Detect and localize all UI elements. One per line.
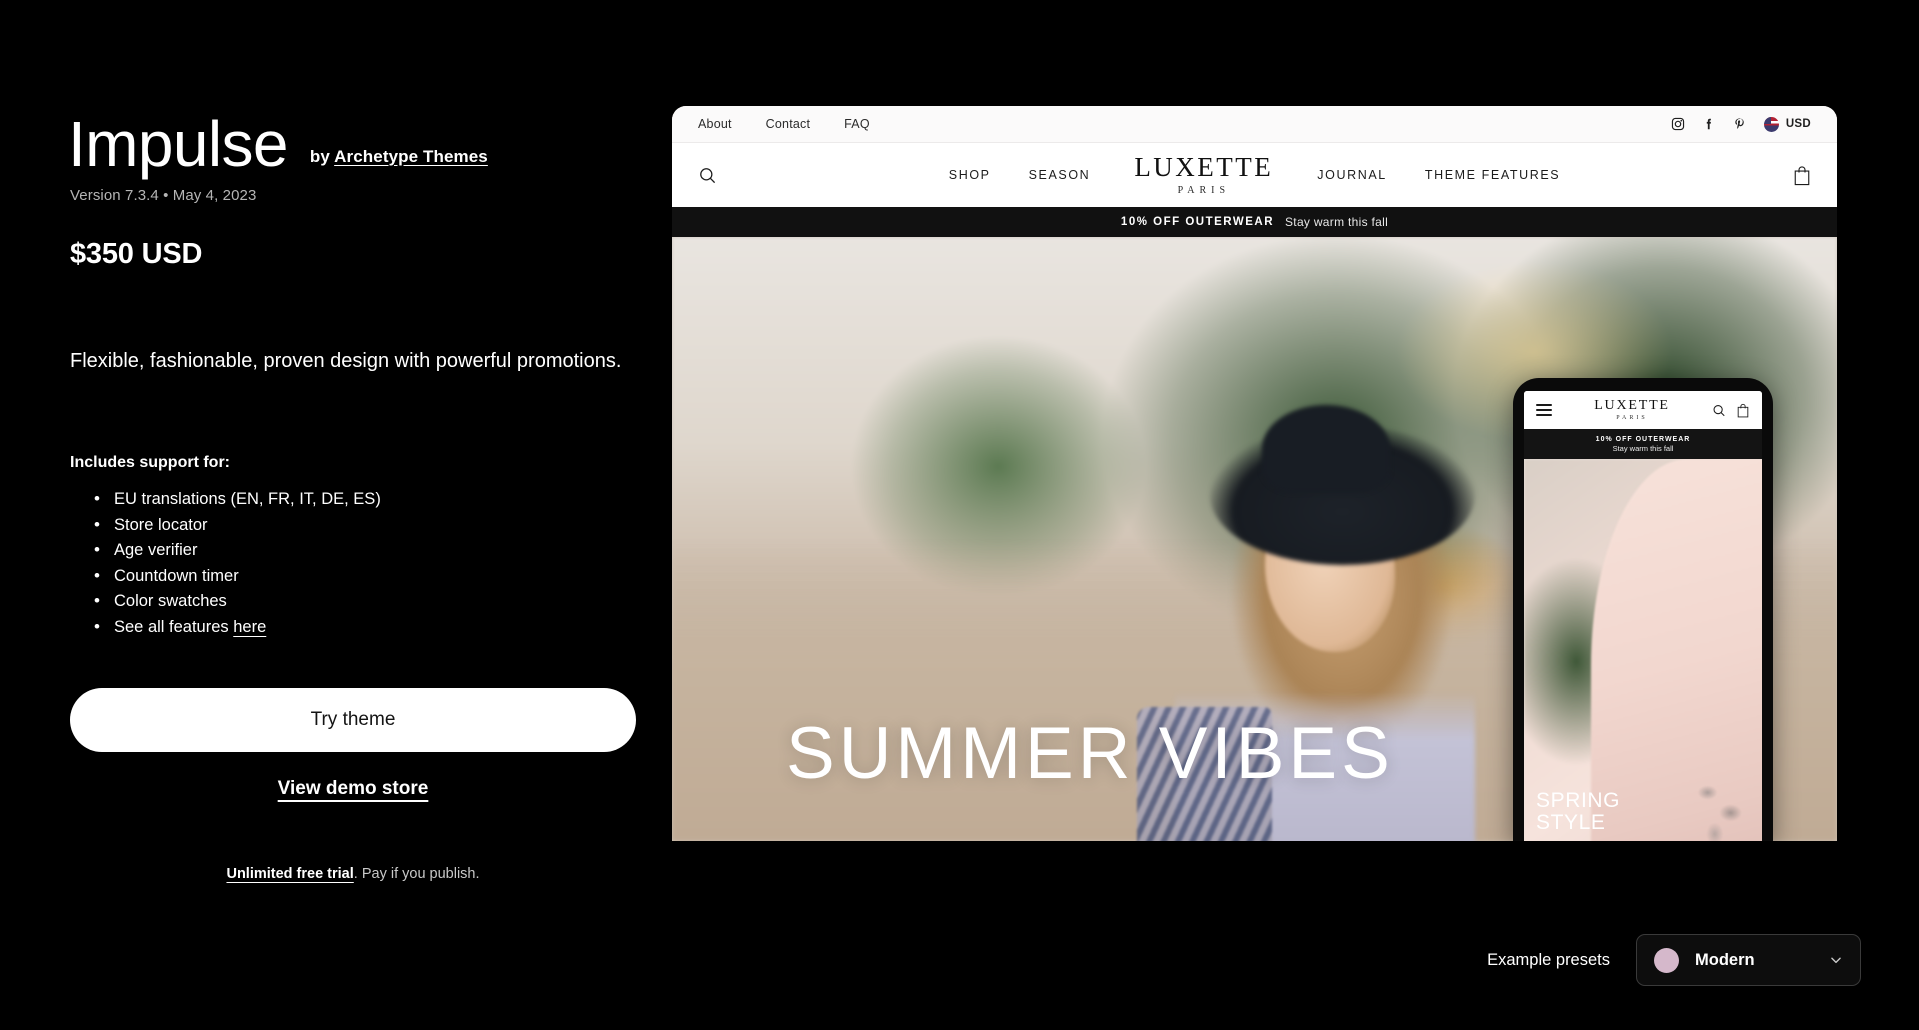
view-demo-store-label: View demo store	[277, 778, 429, 799]
see-all-features-link[interactable]: here	[233, 618, 266, 636]
preview-nav-links: SHOP SEASON LUXETTE PARIS JOURNAL THEME …	[672, 152, 1837, 197]
preset-select[interactable]: Modern	[1636, 934, 1861, 986]
theme-tagline: Flexible, fashionable, proven design wit…	[70, 350, 622, 372]
by-prefix: by	[309, 147, 335, 166]
preview-promo-bar: 10% OFF OUTERWEAR Stay warm this fall	[672, 207, 1837, 237]
list-item: Countdown timer	[92, 563, 381, 590]
version-date-text: Version 7.3.4 • May 4, 2023	[70, 187, 257, 204]
utility-link-contact[interactable]: Contact	[766, 117, 810, 131]
nav-link-journal[interactable]: JOURNAL	[1317, 168, 1387, 182]
phone-hero-floral-detail	[1686, 765, 1758, 841]
example-presets-row: Example presets Modern	[1487, 934, 1861, 986]
store-logo[interactable]: LUXETTE PARIS	[1134, 152, 1274, 197]
theme-detail-page: Impulse by Archetype Themes Version 7.3.…	[0, 0, 1919, 1030]
currency-label: USD	[1785, 118, 1811, 130]
trial-note-rest: . Pay if you publish.	[353, 866, 480, 882]
preview-utility-bar: About Contact FAQ USD	[672, 106, 1837, 143]
theme-info-panel: Impulse by Archetype Themes Version 7.3.…	[68, 0, 648, 1030]
us-flag-icon	[1763, 116, 1779, 132]
feature-label: Store locator	[114, 515, 208, 534]
promo-subtext: Stay warm this fall	[1285, 215, 1389, 229]
preset-color-swatch	[1654, 947, 1679, 973]
phone-nav-bar: LUXETTE PARIS	[1524, 391, 1762, 429]
feature-label: Color swatches	[114, 592, 227, 611]
store-logo-main: LUXETTE	[1134, 152, 1274, 182]
phone-store-logo[interactable]: LUXETTE PARIS	[1562, 398, 1702, 422]
pinterest-icon[interactable]	[1733, 117, 1747, 131]
try-theme-button[interactable]: Try theme	[70, 688, 636, 752]
theme-author: by Archetype Themes	[310, 147, 488, 176]
list-item: EU translations (EN, FR, IT, DE, ES)	[92, 486, 381, 513]
facebook-icon[interactable]	[1702, 117, 1716, 131]
preview-utility-right: USD	[1671, 116, 1811, 132]
store-logo-sub: PARIS	[1177, 185, 1231, 196]
list-item: Store locator	[92, 512, 381, 539]
phone-logo-sub: PARIS	[1616, 415, 1648, 421]
phone-hero-title-line1: SPRING	[1536, 788, 1621, 812]
includes-heading: Includes support for:	[70, 454, 230, 471]
phone-hero-subtitle: Fresh looks for sunny days.	[1536, 840, 1658, 841]
theme-preview-mobile[interactable]: LUXETTE PARIS 10% OFF OUTERWEAR Stay war…	[1513, 378, 1773, 841]
free-trial-link[interactable]: Unlimited free trial	[226, 866, 353, 882]
trial-note: Unlimited free trial. Pay if you publish…	[68, 866, 638, 882]
model-hat-crown	[1261, 405, 1390, 493]
phone-screen: LUXETTE PARIS 10% OFF OUTERWEAR Stay war…	[1524, 391, 1762, 841]
utility-link-about[interactable]: About	[698, 117, 732, 131]
instagram-icon[interactable]	[1671, 117, 1685, 131]
feature-label: Age verifier	[114, 541, 198, 560]
view-demo-store-link[interactable]: View demo store	[68, 778, 638, 800]
phone-hero-text: SPRING STYLE Fresh looks for sunny days.	[1536, 788, 1658, 841]
phone-promo-bar: 10% OFF OUTERWEAR Stay warm this fall	[1524, 429, 1762, 459]
search-icon[interactable]	[1712, 403, 1726, 418]
feature-label: Countdown timer	[114, 566, 239, 585]
utility-link-faq[interactable]: FAQ	[844, 117, 870, 131]
phone-hero-section: SPRING STYLE Fresh looks for sunny days.…	[1524, 459, 1762, 841]
theme-price: $350 USD	[70, 238, 203, 270]
theme-title-row: Impulse by Archetype Themes	[68, 112, 488, 176]
nav-link-shop[interactable]: SHOP	[949, 168, 991, 182]
hero-headline: SUMMER VIBES	[786, 713, 1394, 794]
nav-link-theme-features[interactable]: THEME FEATURES	[1425, 168, 1560, 182]
chevron-down-icon	[1831, 957, 1841, 964]
hamburger-menu-icon[interactable]	[1536, 401, 1552, 419]
currency-selector[interactable]: USD	[1763, 116, 1811, 132]
feature-label: EU translations (EN, FR, IT, DE, ES)	[114, 490, 381, 508]
preview-utility-links: About Contact FAQ	[698, 117, 870, 131]
preset-selected-value: Modern	[1695, 950, 1755, 969]
feature-label: See all features	[114, 617, 234, 636]
vendor-link[interactable]: Archetype Themes	[334, 147, 488, 166]
cart-icon[interactable]	[1736, 403, 1750, 418]
page-title: Impulse	[68, 108, 289, 180]
promo-headline: 10% OFF OUTERWEAR	[1120, 216, 1274, 228]
phone-logo-main: LUXETTE	[1594, 398, 1670, 413]
list-item: Color swatches	[92, 588, 381, 615]
nav-link-season[interactable]: SEASON	[1029, 168, 1091, 182]
phone-promo-subtext: Stay warm this fall	[1612, 443, 1674, 453]
list-item: Age verifier	[92, 537, 381, 564]
phone-hero-title-line2: STYLE	[1536, 810, 1606, 834]
preview-main-nav: SHOP SEASON LUXETTE PARIS JOURNAL THEME …	[672, 143, 1837, 207]
phone-promo-headline: 10% OFF OUTERWEAR	[1595, 435, 1691, 443]
list-item: See all features here	[92, 614, 381, 641]
example-presets-label: Example presets	[1487, 950, 1610, 969]
feature-list: EU translations (EN, FR, IT, DE, ES) Sto…	[92, 486, 381, 641]
